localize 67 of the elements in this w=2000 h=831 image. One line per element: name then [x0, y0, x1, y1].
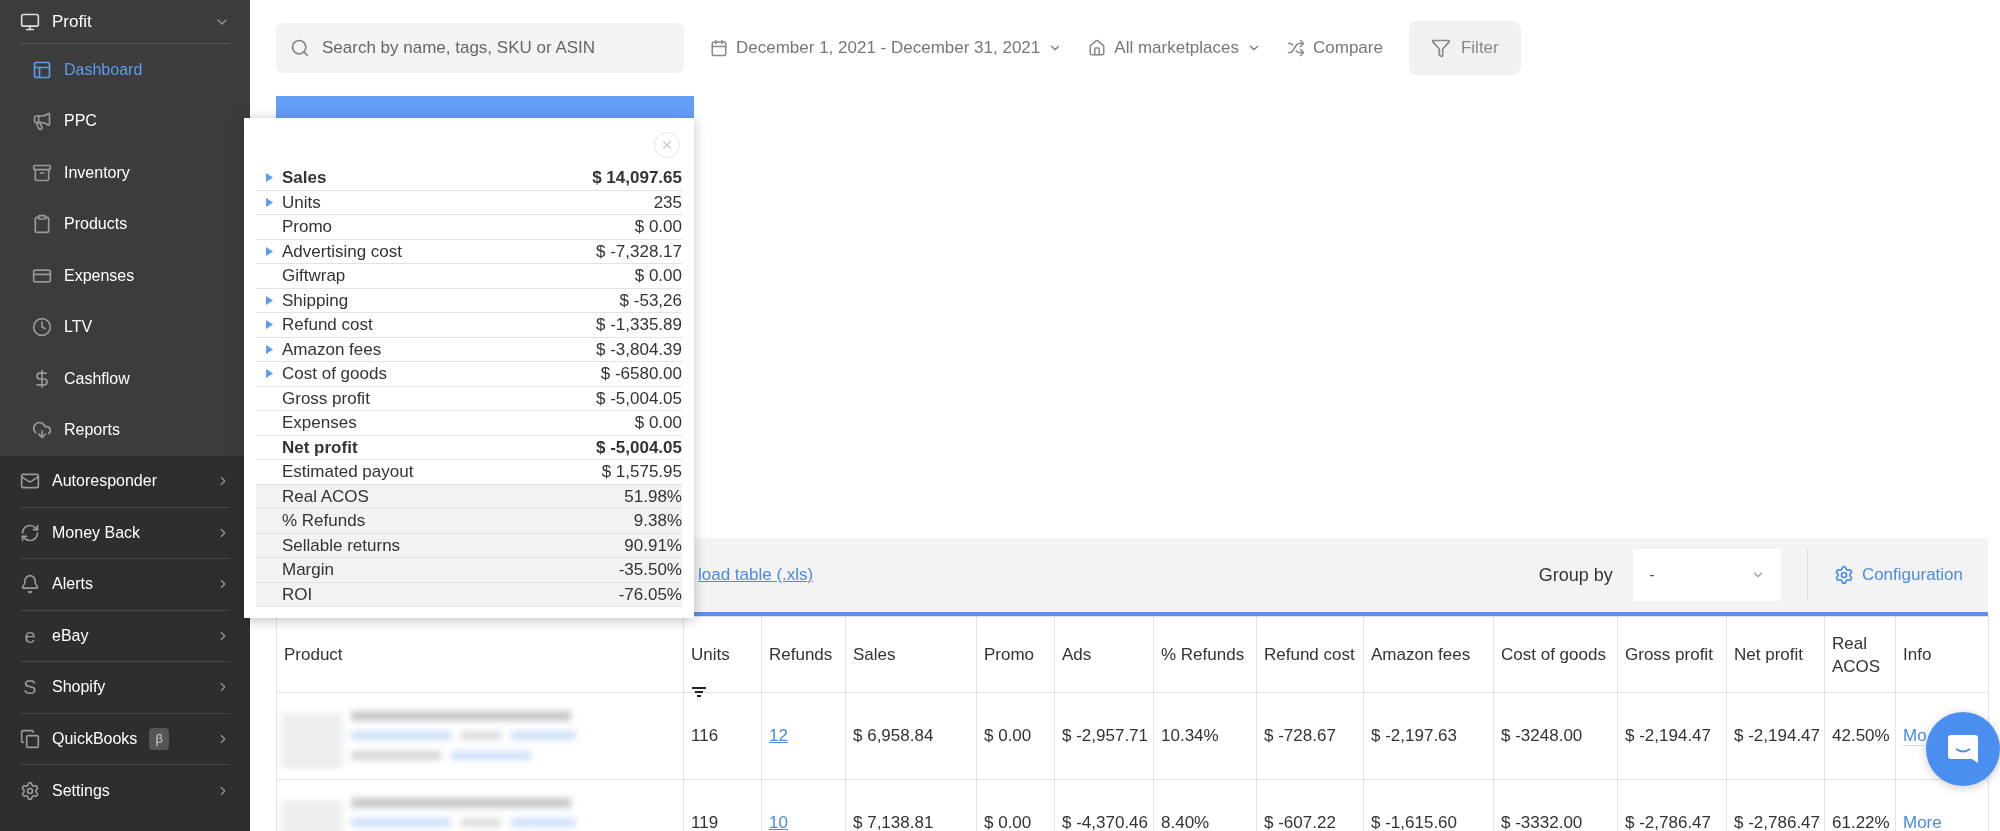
refunds-link[interactable]: 10 — [769, 813, 788, 831]
table-cell: $ -2,194.47 — [1625, 726, 1711, 746]
marketplace-dropdown[interactable]: All marketplaces — [1088, 35, 1261, 61]
sidebar-section-header[interactable]: Profit — [20, 0, 230, 44]
sidebar-item[interactable]: QuickBooks β — [20, 713, 230, 765]
table-cell: $ 0.00 — [984, 813, 1032, 831]
table-cell: $ -3248.00 — [1501, 726, 1583, 746]
column-header[interactable]: Gross profit — [1617, 616, 1727, 693]
sidebar-item[interactable]: Autoresponder — [20, 456, 230, 508]
table-cell: $ 6,958.84 — [853, 726, 934, 746]
column-header[interactable]: Info — [1895, 616, 1989, 693]
sidebar-item[interactable]: Products — [0, 198, 250, 250]
column-header[interactable]: Refunds — [761, 616, 846, 693]
column-header[interactable]: % Refunds — [1153, 616, 1257, 693]
table-cell: $ 7,138.81 — [853, 813, 934, 831]
more-link[interactable]: Mo — [1903, 726, 1927, 747]
summary-row: Sellable returns 90.91% — [256, 533, 682, 558]
column-header[interactable]: Amazon fees — [1363, 616, 1494, 693]
column-header[interactable]: Net profit — [1726, 616, 1825, 693]
table-cell: 42.50% — [1832, 726, 1890, 746]
table-cell: $ -1,615.60 — [1371, 813, 1457, 831]
table-cell: $ -3332.00 — [1501, 813, 1583, 831]
table-cell: $ -4,370.46 — [1062, 813, 1148, 831]
table-cell: 116 — [691, 726, 719, 746]
table-cell: 61.22% — [1832, 813, 1890, 831]
compare-button[interactable]: Compare — [1287, 35, 1383, 61]
table-cell: 119 — [691, 813, 719, 831]
table-cell: $ -2,786.47 — [1734, 813, 1820, 831]
more-link[interactable]: More — [1903, 813, 1942, 831]
sidebar-item[interactable]: PPC — [0, 95, 250, 147]
beta-badge: β — [149, 728, 169, 750]
table-cell: $ -728.67 — [1264, 726, 1336, 746]
sidebar-item[interactable]: Expenses — [0, 250, 250, 302]
column-header[interactable]: Real ACOS — [1824, 616, 1896, 693]
group-by-select[interactable]: - — [1632, 549, 1781, 601]
summary-row: Margin -35.50% — [256, 558, 682, 583]
table-cell: $ -2,957.71 — [1062, 726, 1148, 746]
table-cell: $ -2,197.63 — [1371, 726, 1457, 746]
column-header[interactable]: Refund cost — [1256, 616, 1364, 693]
letter-icon: e — [20, 620, 40, 651]
group-by-label: Group by — [1538, 563, 1613, 587]
sidebar-item[interactable]: Dashboard — [0, 44, 250, 96]
sidebar-item[interactable]: Reports — [0, 404, 250, 456]
sidebar-item[interactable]: S Shopify — [20, 662, 230, 714]
table-cell: $ -2,194.47 — [1734, 726, 1820, 746]
table-cell: $ -2,786.47 — [1625, 813, 1711, 831]
sidebar-item[interactable]: Alerts — [20, 559, 230, 611]
column-header[interactable]: Promo — [976, 616, 1055, 693]
table-cell: 8.40% — [1161, 813, 1210, 831]
table-cell: $ -607.22 — [1264, 813, 1336, 831]
summary-row: % Refunds 9.38% — [256, 509, 682, 534]
letter-icon: S — [20, 672, 40, 703]
sidebar-item[interactable]: Settings — [20, 765, 230, 817]
table-cell: $ 0.00 — [984, 726, 1032, 746]
sidebar-item[interactable]: Cashflow — [0, 353, 250, 405]
column-header[interactable]: Cost of goods — [1493, 616, 1618, 693]
sidebar-item[interactable]: e eBay — [20, 610, 230, 662]
column-header[interactable]: Ads — [1054, 616, 1154, 693]
sidebar-item[interactable]: Money Back — [20, 507, 230, 559]
sidebar-item[interactable]: LTV — [0, 301, 250, 353]
column-header[interactable]: Sales — [845, 616, 977, 693]
sidebar-item[interactable]: Inventory — [0, 147, 250, 199]
table-cell: 10.34% — [1161, 726, 1219, 746]
summary-row: Real ACOS 51.98% — [256, 484, 682, 509]
date-range-dropdown[interactable]: December 1, 2021 - December 31, 2021 — [710, 35, 1063, 61]
search-field[interactable]: Search by name, tags, SKU or ASIN — [276, 23, 684, 73]
summary-row: ROI -76.05% — [256, 582, 682, 607]
